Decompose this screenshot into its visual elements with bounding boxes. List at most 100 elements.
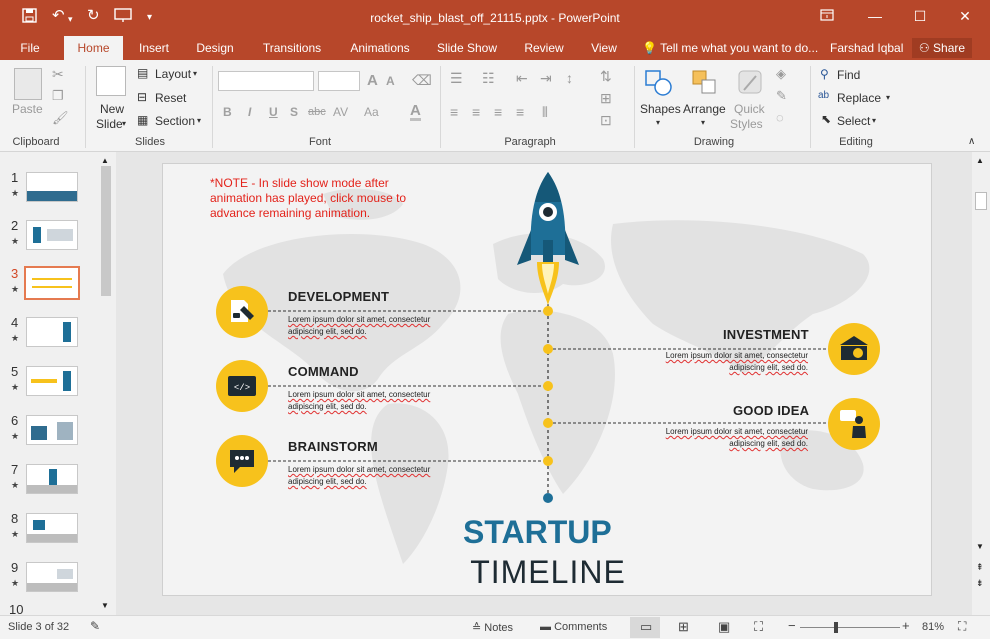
italic-button[interactable]: I [248,105,251,119]
arrange-icon[interactable] [690,68,720,98]
paste-icon[interactable] [14,68,42,100]
user-name[interactable]: Farshad Iqbal [830,36,903,60]
minimize-icon[interactable]: — [863,6,887,26]
font-color-button[interactable]: A [410,103,421,121]
notes-toggle[interactable]: ≙ Notes [472,621,513,634]
new-slide-icon[interactable] [96,66,126,96]
quick-styles-label-2[interactable]: Styles [730,117,763,131]
align-right-icon[interactable]: ≡ [494,104,502,120]
tab-design[interactable]: Design [190,36,240,60]
zoom-slider-thumb[interactable] [834,622,838,633]
char-spacing-button[interactable]: AV [333,105,348,119]
strikethrough-button[interactable]: abc [308,106,326,118]
bullets-icon[interactable]: ☰ [450,70,463,87]
slide-thumbnail[interactable] [26,513,78,543]
maximize-icon[interactable]: ☐ [908,6,932,26]
section-button[interactable]: Section [155,114,195,128]
scroll-down-icon[interactable]: ▼ [101,601,109,610]
change-case-button[interactable]: Aa [364,105,379,119]
shape-outline-icon[interactable]: ✎ [776,88,787,104]
quick-styles-icon[interactable] [736,68,766,98]
scroll-down-icon[interactable]: ▼ [976,542,984,551]
format-painter-icon[interactable]: 🖌 [52,110,69,126]
scroll-thumb[interactable] [101,166,111,296]
reading-view-icon[interactable]: ▣ [718,619,730,635]
shape-fill-icon[interactable]: ◈ [776,66,786,82]
zoom-in-icon[interactable]: + [902,618,910,633]
reset-button[interactable]: Reset [155,91,186,105]
decrease-indent-icon[interactable]: ⇤ [516,70,528,87]
slide-thumbnail[interactable] [26,366,78,396]
tab-file[interactable]: File [10,36,50,60]
previous-slide-icon[interactable]: ⇞ [976,562,984,573]
align-center-icon[interactable]: ≡ [472,104,480,120]
tab-review[interactable]: Review [518,36,570,60]
tab-home[interactable]: Home [64,36,123,60]
shapes-icon[interactable] [644,68,674,98]
cut-icon[interactable]: ✂ [52,66,64,83]
new-slide-label-2[interactable]: Slide [96,117,123,131]
scroll-up-icon[interactable]: ▲ [976,156,984,165]
slide-thumbnail-current[interactable] [24,266,80,300]
tab-insert[interactable]: Insert [131,36,177,60]
tab-animations[interactable]: Animations [342,36,418,60]
new-slide-label-1[interactable]: New [100,102,124,116]
paste-button[interactable]: Paste [12,102,43,116]
grow-font-icon[interactable]: A [367,72,378,89]
slide-thumbnail[interactable] [26,317,78,347]
scroll-up-icon[interactable]: ▲ [101,156,109,165]
layout-button[interactable]: Layout [155,67,191,81]
scroll-thumb[interactable] [975,192,987,210]
zoom-out-icon[interactable]: − [788,618,796,633]
tab-slide-show[interactable]: Slide Show [432,36,502,60]
clear-format-icon[interactable]: ⌫ [412,72,432,89]
zoom-slider[interactable] [800,627,900,628]
slide[interactable]: *NOTE - In slide show mode after animati… [162,163,932,596]
slide-thumbnail[interactable] [26,464,78,494]
find-button[interactable]: Find [837,68,860,82]
fit-slide-icon[interactable]: ⛶ [958,619,966,634]
shapes-button[interactable]: Shapes [640,102,681,116]
align-left-icon[interactable]: ≡ [450,104,458,120]
line-spacing-icon[interactable]: ↕ [566,70,573,86]
columns-icon[interactable]: ⫴ [542,104,548,121]
underline-button[interactable]: U [269,105,278,119]
thumbnails-scrollbar[interactable]: ▲ ▼ [99,152,113,615]
align-text-icon[interactable]: ⊞ [600,90,612,107]
slide-thumbnail[interactable] [26,415,78,445]
collapse-ribbon-icon[interactable]: ∧ [968,136,975,147]
font-size-combo[interactable] [318,71,360,91]
ribbon-display-icon[interactable] [815,6,839,26]
shape-effects-icon[interactable]: ◌ [776,110,784,125]
quick-styles-label-1[interactable]: Quick [734,102,765,116]
spell-check-icon[interactable]: ✎ [90,619,100,633]
tab-transitions[interactable]: Transitions [256,36,328,60]
next-slide-icon[interactable]: ⇟ [976,578,984,589]
shrink-font-icon[interactable]: A [386,74,395,88]
slide-thumbnail[interactable] [26,562,78,592]
zoom-level[interactable]: 81% [922,621,944,633]
comments-toggle[interactable]: ▬ Comments [540,621,607,633]
text-direction-icon[interactable]: ⇅ [600,68,612,85]
slide-scrollbar[interactable]: ▲ ▼ ⇞ ⇟ [972,152,990,615]
slide-show-icon[interactable]: ⛶ [754,619,763,635]
share-button[interactable]: ⚇ Share [912,38,972,58]
select-button[interactable]: Select [837,114,870,128]
bold-button[interactable]: B [223,105,232,119]
slide-thumbnail[interactable] [26,220,78,250]
heading-startup: STARTUP [463,514,612,550]
smartart-icon[interactable]: ⊡ [600,112,612,129]
numbering-icon[interactable]: ☷ [482,70,495,87]
tab-view[interactable]: View [584,36,624,60]
shadow-button[interactable]: S [290,105,298,119]
tell-me-box[interactable]: 💡 Tell me what you want to do... [642,36,818,60]
slide-thumbnail[interactable] [26,172,78,202]
arrange-button[interactable]: Arrange [683,102,726,116]
close-icon[interactable]: ✕ [953,6,977,26]
justify-icon[interactable]: ≡ [516,104,524,120]
replace-button[interactable]: Replace [837,91,881,105]
font-name-combo[interactable] [218,71,314,91]
increase-indent-icon[interactable]: ⇥ [540,70,552,87]
copy-icon[interactable]: ❐ [52,88,64,104]
slide-sorter-icon[interactable]: ⊞ [678,619,689,635]
